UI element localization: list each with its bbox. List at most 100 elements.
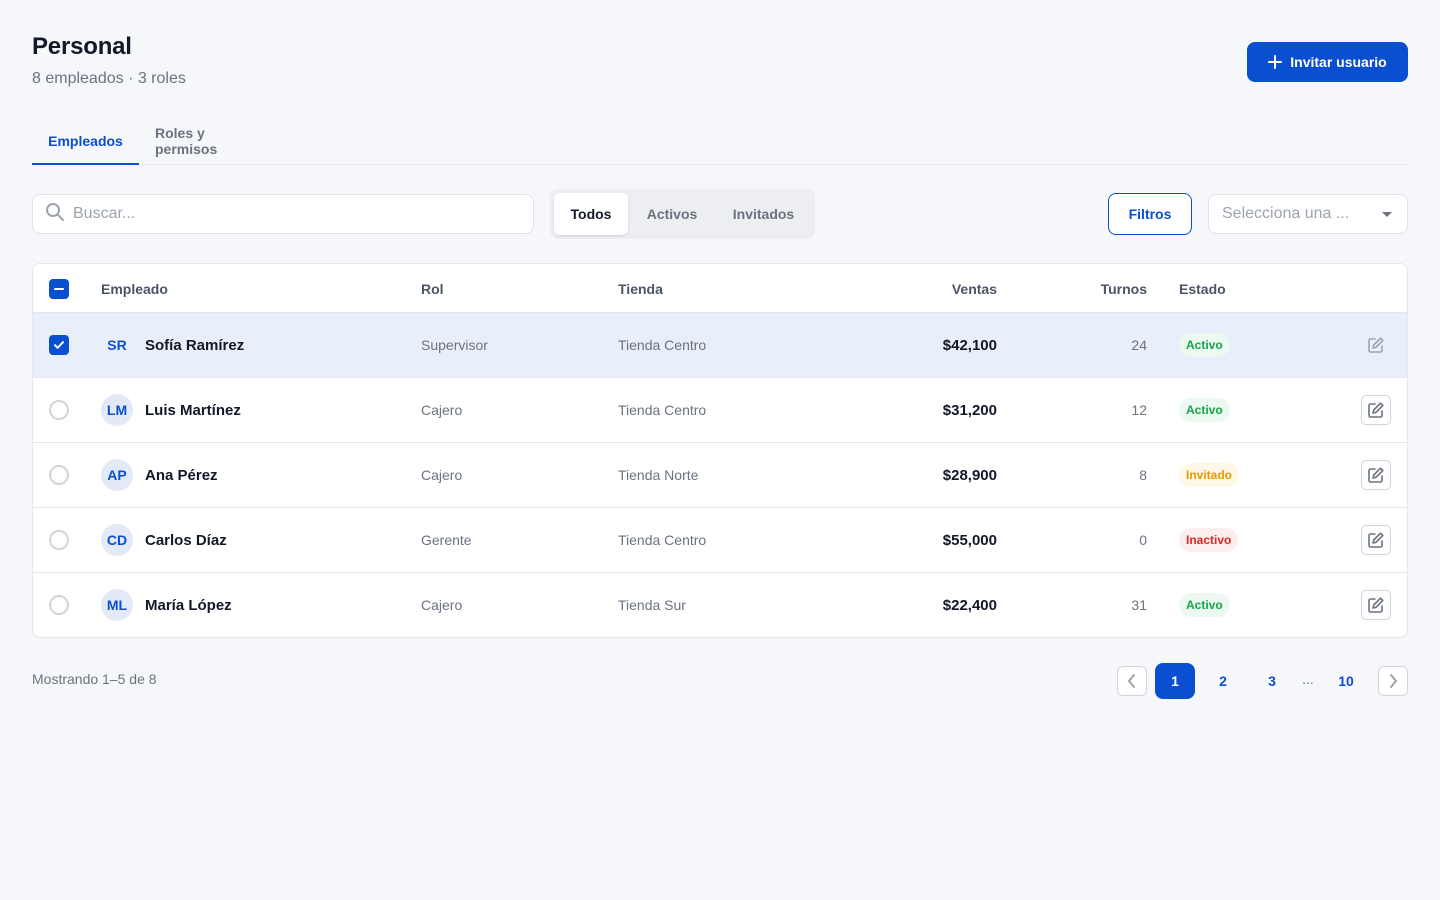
employee-name: Ana Pérez <box>145 466 218 484</box>
page-subtitle: 8 empleados · 3 roles <box>32 70 186 87</box>
segment-invitados[interactable]: Invitados <box>716 193 811 235</box>
employee-sales: $28,900 <box>942 466 997 484</box>
status-segmented-control: Todos Activos Invitados <box>550 189 815 239</box>
tab-roles-y-permisos[interactable]: Roles y permisos <box>155 118 270 164</box>
edit-button[interactable] <box>1361 460 1391 490</box>
column-header-turnos[interactable]: Turnos <box>1013 264 1147 313</box>
edit-button[interactable] <box>1361 525 1391 555</box>
employee-shifts: 12 <box>1131 402 1147 418</box>
check-icon <box>54 341 64 349</box>
status-cell: Activo <box>1179 573 1230 637</box>
status-badge: Activo <box>1179 398 1230 422</box>
row-checkbox[interactable] <box>49 465 69 485</box>
employees-table: Empleado Rol Tienda Ventas Turnos Estado… <box>32 263 1408 638</box>
indeterminate-checkbox-icon <box>54 288 64 290</box>
column-header-estado[interactable]: Estado <box>1179 264 1226 313</box>
table-row[interactable]: ML María López Cajero Tienda Sur $22,400… <box>33 573 1407 637</box>
status-badge: Activo <box>1179 333 1230 357</box>
row-checkbox[interactable] <box>49 400 69 420</box>
employee-sales: $42,100 <box>942 336 997 354</box>
edit-button[interactable] <box>1361 395 1391 425</box>
edit-icon <box>1368 532 1384 548</box>
employee-store: Tienda Sur <box>618 597 686 613</box>
chevron-down-icon <box>1382 212 1392 217</box>
employee-shifts: 31 <box>1131 597 1147 613</box>
status-cell: Activo <box>1179 378 1230 442</box>
chevron-left-icon <box>1128 674 1135 688</box>
employee-store: Tienda Norte <box>618 467 699 483</box>
edit-icon <box>1368 402 1384 418</box>
employee-name: Sofía Ramírez <box>145 336 245 354</box>
next-page-button[interactable] <box>1378 666 1408 696</box>
select-placeholder: Selecciona una ... <box>1222 205 1350 222</box>
employee-role: Cajero <box>421 467 463 483</box>
edit-icon <box>1368 337 1384 353</box>
previous-page-button[interactable] <box>1117 666 1147 696</box>
page-button-1[interactable]: 1 <box>1155 663 1195 699</box>
employee-role: Cajero <box>421 402 463 418</box>
employee-name: Luis Martínez <box>145 401 241 419</box>
filters-button[interactable]: Filtros <box>1108 193 1192 235</box>
segment-todos[interactable]: Todos <box>554 193 628 235</box>
edit-button[interactable] <box>1361 590 1391 620</box>
table-header: Empleado Rol Tienda Ventas Turnos Estado <box>33 264 1407 313</box>
segment-activos[interactable]: Activos <box>632 193 712 235</box>
plus-icon <box>1268 55 1283 69</box>
employee-shifts: 24 <box>1131 337 1147 353</box>
search-field <box>32 194 534 234</box>
employee-shifts: 0 <box>1139 532 1147 548</box>
pagination-ellipsis: ... <box>1302 671 1314 687</box>
status-cell: Activo <box>1179 313 1230 377</box>
page-button-10[interactable]: 10 <box>1326 663 1366 699</box>
avatar: ML <box>101 589 133 621</box>
table-row[interactable]: SR Sofía Ramírez Supervisor Tienda Centr… <box>33 313 1407 378</box>
employee-shifts: 8 <box>1139 467 1147 483</box>
employee-name: Carlos Díaz <box>145 531 227 549</box>
column-header-ventas[interactable]: Ventas <box>833 264 997 313</box>
column-header-rol[interactable]: Rol <box>421 264 444 313</box>
edit-button[interactable] <box>1361 330 1391 360</box>
pagination-summary: Mostrando 1–5 de 8 <box>32 671 157 687</box>
employee-store: Tienda Centro <box>618 532 707 548</box>
column-header-empleado[interactable]: Empleado <box>101 264 168 313</box>
page-title: Personal <box>32 33 132 60</box>
status-cell: Inactivo <box>1179 508 1239 572</box>
employee-role: Cajero <box>421 597 463 613</box>
tab-bar: Empleados Roles y permisos <box>32 118 1408 165</box>
page-button-2[interactable]: 2 <box>1203 663 1243 699</box>
table-row[interactable]: LM Luis Martínez Cajero Tienda Centro $3… <box>33 378 1407 443</box>
employee-role: Gerente <box>421 532 472 548</box>
employee-name: María López <box>145 596 232 614</box>
status-badge: Inactivo <box>1179 528 1239 552</box>
select-dropdown[interactable]: Selecciona una ... <box>1208 194 1408 234</box>
edit-icon <box>1368 467 1384 483</box>
employee-sales: $31,200 <box>942 401 997 419</box>
status-badge: Invitado <box>1179 463 1240 487</box>
select-all-checkbox[interactable] <box>49 279 69 299</box>
employee-store: Tienda Centro <box>618 402 707 418</box>
table-row[interactable]: CD Carlos Díaz Gerente Tienda Centro $55… <box>33 508 1407 573</box>
invite-user-button[interactable]: Invitar usuario <box>1247 42 1408 82</box>
status-badge: Activo <box>1179 593 1230 617</box>
invite-user-label: Invitar usuario <box>1290 54 1387 70</box>
employee-sales: $22,400 <box>942 596 997 614</box>
edit-icon <box>1368 597 1384 613</box>
row-checkbox[interactable] <box>49 335 69 355</box>
employee-store: Tienda Centro <box>618 337 707 353</box>
avatar: SR <box>107 337 127 353</box>
row-checkbox[interactable] <box>49 530 69 550</box>
employee-sales: $55,000 <box>942 531 997 549</box>
avatar: AP <box>101 459 133 491</box>
chevron-right-icon <box>1390 674 1397 688</box>
page-button-3[interactable]: 3 <box>1252 663 1292 699</box>
avatar: LM <box>101 394 133 426</box>
status-cell: Invitado <box>1179 443 1240 507</box>
search-icon <box>45 202 65 227</box>
table-row[interactable]: AP Ana Pérez Cajero Tienda Norte $28,900… <box>33 443 1407 508</box>
column-header-tienda[interactable]: Tienda <box>618 264 663 313</box>
row-checkbox[interactable] <box>49 595 69 615</box>
avatar: CD <box>101 524 133 556</box>
search-input[interactable] <box>73 205 513 223</box>
employee-role: Supervisor <box>421 337 488 353</box>
tab-empleados[interactable]: Empleados <box>32 118 139 165</box>
